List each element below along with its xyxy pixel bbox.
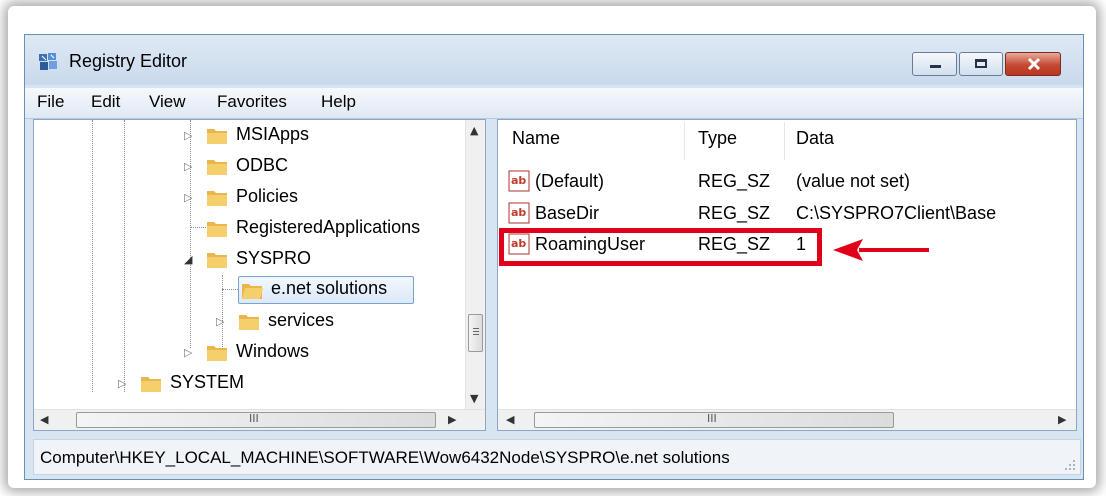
value-row[interactable]: ab BaseDir REG_SZ C:\SYSPRO7Client\Base xyxy=(508,200,1068,228)
tree-item-label: SYSPRO xyxy=(236,248,312,268)
scrollbar-thumb[interactable]: III xyxy=(534,412,894,428)
string-value-icon: ab xyxy=(508,170,530,192)
tree-guide-line xyxy=(190,120,191,348)
tree-guide-line xyxy=(222,289,238,290)
scrollbar-grip: III xyxy=(249,412,259,425)
folder-icon xyxy=(239,315,259,330)
expand-arrow-icon[interactable]: ▷ xyxy=(184,346,192,359)
folder-icon xyxy=(141,377,161,392)
annotation-highlight-box xyxy=(499,228,822,266)
tree-item-label: Policies xyxy=(236,186,299,206)
folder-icon xyxy=(207,191,227,206)
menu-edit[interactable]: Edit xyxy=(91,92,120,112)
tree-item-label: services xyxy=(268,310,335,330)
scroll-down-icon[interactable]: ▼ xyxy=(470,392,478,405)
folder-icon xyxy=(207,346,227,361)
expand-arrow-icon[interactable]: ▷ xyxy=(184,160,192,173)
expand-arrow-icon[interactable]: ▷ xyxy=(184,129,192,142)
value-data: (value not set) xyxy=(796,171,911,191)
minimize-icon xyxy=(930,65,941,68)
value-name: BaseDir xyxy=(535,203,600,223)
tree-guide-line xyxy=(190,227,206,228)
status-path: Computer\HKEY_LOCAL_MACHINE\SOFTWARE\Wow… xyxy=(40,448,730,467)
value-row[interactable]: ab (Default) REG_SZ (value not set) xyxy=(508,168,1068,196)
menu-help[interactable]: Help xyxy=(321,92,356,112)
tree-guide-line xyxy=(92,120,93,392)
column-header-name[interactable]: Name xyxy=(512,128,560,149)
red-arrow-icon xyxy=(833,239,929,261)
menu-view[interactable]: View xyxy=(149,92,186,112)
minimize-button[interactable] xyxy=(912,52,957,76)
tree-item-enet-solutions[interactable]: e.net solutions xyxy=(238,276,414,304)
window-title: Registry Editor xyxy=(69,51,188,71)
folder-icon xyxy=(207,160,227,175)
value-type: REG_SZ xyxy=(698,203,771,223)
scrollbar-grip: III xyxy=(707,412,717,425)
scrollbar-thumb[interactable]: III xyxy=(76,412,436,428)
status-bar: Computer\HKEY_LOCAL_MACHINE\SOFTWARE\Wow… xyxy=(33,439,1081,475)
values-list-pane[interactable]: Name Type Data ab (Default) REG_SZ (valu… xyxy=(497,119,1077,431)
value-data: C:\SYSPRO7Client\Base xyxy=(796,203,997,223)
scroll-left-icon[interactable]: ◀ xyxy=(40,413,48,426)
string-value-icon: ab xyxy=(508,202,530,224)
tree-guide-line xyxy=(124,120,125,392)
folder-open-icon xyxy=(242,284,263,299)
folder-icon xyxy=(207,129,227,144)
value-name: (Default) xyxy=(535,171,605,191)
folder-icon xyxy=(207,222,227,237)
scrollbar-thumb[interactable] xyxy=(468,314,483,352)
values-horizontal-scrollbar[interactable]: ◀ III ▶ xyxy=(498,409,1076,430)
value-type: REG_SZ xyxy=(698,171,771,191)
tree-item-label: Windows xyxy=(236,341,310,361)
collapse-arrow-icon[interactable]: ◢ xyxy=(184,253,192,266)
tree-vertical-scrollbar[interactable]: ▲ ▼ xyxy=(465,120,485,412)
expand-arrow-icon[interactable]: ▷ xyxy=(118,377,126,390)
expand-arrow-icon[interactable]: ▷ xyxy=(216,315,224,328)
menu-file[interactable]: File xyxy=(37,92,64,112)
registry-editor-icon xyxy=(39,53,57,70)
tree-item-label: RegisteredApplications xyxy=(236,217,421,237)
expand-arrow-icon[interactable]: ▷ xyxy=(184,191,192,204)
scroll-left-icon[interactable]: ◀ xyxy=(506,413,514,426)
menu-favorites[interactable]: Favorites xyxy=(217,92,287,112)
scroll-right-icon[interactable]: ▶ xyxy=(1058,413,1066,426)
maximize-icon xyxy=(975,59,987,68)
tree-item-label: ODBC xyxy=(236,155,289,175)
title-bar: Registry Editor xyxy=(25,35,1083,85)
svg-text:ab: ab xyxy=(511,174,526,187)
column-separator[interactable] xyxy=(684,122,685,160)
tree-item-label: MSIApps xyxy=(236,124,310,144)
registry-editor-window: Registry Editor File Edit View Favorites… xyxy=(24,34,1084,480)
column-header-data[interactable]: Data xyxy=(796,128,834,149)
close-icon xyxy=(1027,57,1041,71)
menu-bar: File Edit View Favorites Help xyxy=(25,88,1083,119)
tree-horizontal-scrollbar[interactable]: ◀ III ▶ xyxy=(34,409,485,430)
scroll-right-icon[interactable]: ▶ xyxy=(448,413,456,426)
folder-icon xyxy=(207,253,227,268)
tree-item-label: SYSTEM xyxy=(170,372,245,392)
svg-text:ab: ab xyxy=(511,206,526,219)
resize-grip-icon[interactable] xyxy=(1064,459,1076,471)
tree-item-label: e.net solutions xyxy=(271,278,388,298)
maximize-button[interactable] xyxy=(959,52,1003,76)
close-button[interactable] xyxy=(1005,52,1061,76)
column-separator[interactable] xyxy=(784,122,785,160)
column-header-type[interactable]: Type xyxy=(698,128,737,149)
key-tree-pane[interactable]: ▷ MSIApps ▷ ODBC ▷ Policies RegisteredAp… xyxy=(33,119,486,431)
scroll-up-icon[interactable]: ▲ xyxy=(470,124,478,137)
